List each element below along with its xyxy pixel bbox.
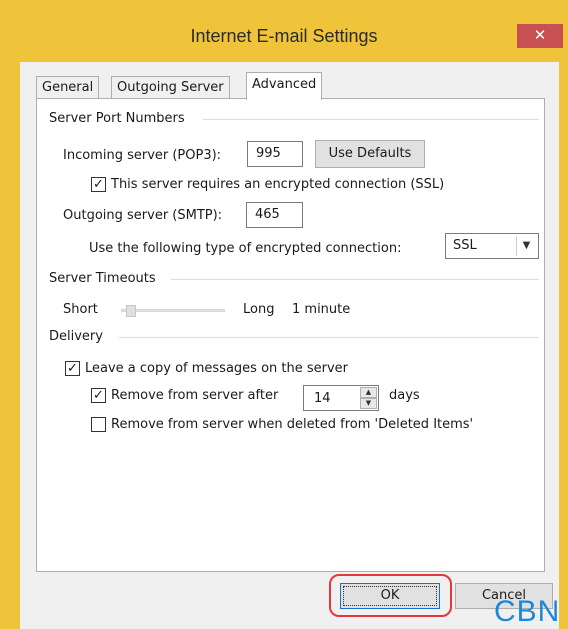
remove-after-checkbox[interactable]: ✓ xyxy=(91,388,106,403)
spin-down-icon[interactable]: ▼ xyxy=(360,398,377,409)
window-title: Internet E-mail Settings xyxy=(190,26,378,46)
check-icon: ✓ xyxy=(93,388,104,403)
tab-label: General xyxy=(42,80,94,95)
timeout-slider-track[interactable] xyxy=(121,309,225,312)
ssl-required-label: This server requires an encrypted connec… xyxy=(111,177,445,192)
server-ports-group-label: Server Port Numbers xyxy=(49,111,189,126)
outgoing-port-input[interactable]: 465 xyxy=(246,202,303,228)
delivery-group-label: Delivery xyxy=(49,329,107,344)
timeout-short-label: Short xyxy=(63,302,98,317)
use-defaults-button[interactable]: Use Defaults xyxy=(315,140,425,168)
leave-copy-checkbox[interactable]: ✓ xyxy=(65,361,80,376)
timeout-long-label: Long xyxy=(243,302,275,317)
remove-after-label: Remove from server after xyxy=(111,388,279,403)
encryption-type-value: SSL xyxy=(453,238,477,253)
tab-label: Advanced xyxy=(252,77,317,92)
chevron-down-icon[interactable]: ▼ xyxy=(516,236,536,256)
encryption-type-select[interactable]: SSL ▼ xyxy=(445,233,539,259)
remove-after-days-value: 14 xyxy=(314,391,331,406)
remove-deleted-label: Remove from server when deleted from 'De… xyxy=(111,417,474,432)
tab-advanced[interactable]: Advanced xyxy=(246,72,323,100)
tab-label: Outgoing Server xyxy=(117,80,224,95)
watermark-text: CBN xyxy=(494,595,561,628)
remove-deleted-checkbox[interactable] xyxy=(91,417,106,432)
title-bar[interactable]: Internet E-mail Settings ✕ xyxy=(0,0,568,62)
incoming-server-label: Incoming server (POP3): xyxy=(63,148,222,163)
group-divider xyxy=(171,279,539,280)
ssl-required-checkbox[interactable]: ✓ xyxy=(91,177,106,192)
incoming-port-input[interactable]: 995 xyxy=(247,141,303,167)
encryption-type-label: Use the following type of encrypted conn… xyxy=(89,241,402,256)
dialog-window: Internet E-mail Settings ✕ General Outgo… xyxy=(0,0,568,629)
ok-button[interactable]: OK xyxy=(340,583,440,609)
tab-outgoing-server[interactable]: Outgoing Server xyxy=(111,76,230,99)
check-icon: ✓ xyxy=(93,177,104,192)
tab-general[interactable]: General xyxy=(36,76,100,99)
close-icon: ✕ xyxy=(533,26,547,44)
server-timeouts-group-label: Server Timeouts xyxy=(49,271,160,286)
outgoing-server-label: Outgoing server (SMTP): xyxy=(63,208,223,223)
spin-up-icon[interactable]: ▲ xyxy=(360,387,377,398)
days-label: days xyxy=(389,388,420,403)
close-button[interactable]: ✕ xyxy=(517,24,563,48)
timeout-value: 1 minute xyxy=(292,302,351,317)
group-divider xyxy=(203,119,539,120)
timeout-slider-thumb[interactable] xyxy=(125,305,136,317)
dialog-client-area: General Outgoing Server Advanced Server … xyxy=(20,62,559,629)
group-divider xyxy=(119,337,539,338)
check-icon: ✓ xyxy=(67,361,78,376)
leave-copy-label: Leave a copy of messages on the server xyxy=(85,361,349,376)
remove-after-days-stepper[interactable]: 14 ▲ ▼ xyxy=(303,385,379,411)
advanced-panel: Server Port Numbers Incoming server (POP… xyxy=(36,98,545,572)
